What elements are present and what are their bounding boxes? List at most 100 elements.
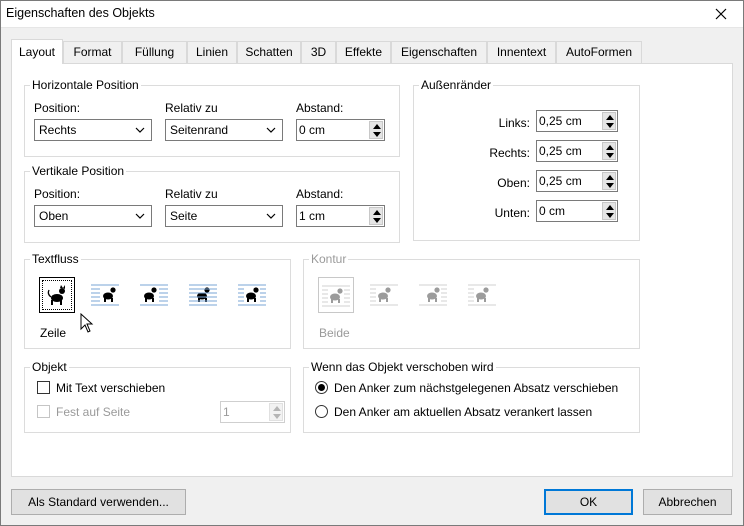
page-number-value: 1: [223, 405, 230, 419]
contour-none-button: [465, 277, 501, 313]
wrap-left-button[interactable]: [88, 277, 124, 313]
h-distance-spin[interactable]: 0 cm: [296, 119, 385, 141]
keep-anchor-label: Den Anker am aktuellen Absatz verankert …: [334, 405, 593, 419]
spin-buttons[interactable]: [602, 112, 616, 130]
tab-effekte[interactable]: Effekte: [336, 41, 391, 63]
v-position-label: Position:: [34, 187, 81, 201]
move-behavior-group: Wenn das Objekt verschoben wird Den Anke…: [303, 360, 640, 433]
wrap-left-icon: [91, 284, 119, 306]
h-distance-label: Abstand:: [296, 101, 344, 115]
tab-schatten[interactable]: Schatten: [237, 41, 301, 63]
spin-buttons: [269, 403, 283, 421]
title-bar: Eigenschaften des Objekts: [0, 0, 744, 28]
margin-left-label: Links:: [498, 116, 530, 130]
fixed-on-page-checkbox: [37, 405, 50, 418]
textflow-group: Textfluss Zeile: [24, 252, 291, 349]
margin-right-value: 0,25 cm: [539, 144, 582, 158]
margins-group: Außenränder Links: 0,25 cm Rechts: 0,25 …: [413, 78, 640, 241]
tab-innentext[interactable]: Innentext: [487, 41, 556, 63]
spin-buttons[interactable]: [602, 202, 616, 220]
v-position-value: Oben: [39, 209, 69, 223]
spin-buttons[interactable]: [369, 207, 383, 225]
page-number-spin: 1: [220, 401, 285, 423]
spin-buttons[interactable]: [369, 121, 383, 139]
contour-right-button: [416, 277, 452, 313]
margin-right-label: Rechts:: [489, 146, 530, 160]
h-relative-select[interactable]: Seitenrand: [165, 119, 283, 141]
move-behavior-legend: Wenn das Objekt verschoben wird: [309, 360, 496, 374]
margin-right-spin[interactable]: 0,25 cm: [536, 140, 618, 162]
contour-group: Kontur Beide: [303, 252, 640, 349]
textflow-legend: Textfluss: [30, 252, 81, 266]
close-icon: [715, 8, 727, 20]
ok-button[interactable]: OK: [544, 489, 633, 515]
fixed-on-page-label: Fest auf Seite: [56, 405, 131, 419]
margin-top-spin[interactable]: 0,25 cm: [536, 170, 618, 192]
h-relative-label: Relativ zu: [165, 101, 218, 115]
contour-right-icon: [419, 284, 447, 306]
v-position-select[interactable]: Oben: [34, 205, 152, 227]
contour-selected-label: Beide: [319, 326, 350, 340]
horizontal-position-legend: Horizontale Position: [30, 78, 141, 92]
h-position-select[interactable]: Rechts: [34, 119, 152, 141]
wrap-parallel-icon: [238, 284, 266, 306]
contour-left-icon: [370, 284, 398, 306]
move-with-text-checkbox[interactable]: [37, 381, 50, 394]
vertical-position-legend: Vertikale Position: [30, 164, 127, 178]
keep-anchor-radio[interactable]: [315, 405, 328, 418]
v-relative-select[interactable]: Seite: [165, 205, 283, 227]
tab-layout[interactable]: Layout: [11, 39, 63, 64]
textflow-selected-label: Zeile: [40, 326, 67, 340]
spin-buttons[interactable]: [602, 142, 616, 160]
contour-both-button: [318, 277, 354, 313]
window-title: Eigenschaften des Objekts: [6, 6, 155, 20]
set-default-button[interactable]: Als Standard verwenden...: [11, 489, 186, 515]
v-distance-value: 1 cm: [299, 209, 326, 223]
move-anchor-radio[interactable]: [315, 381, 328, 394]
tab-3d[interactable]: 3D: [301, 41, 336, 63]
horizontal-position-group: Horizontale Position Position: Rechts Re…: [24, 78, 400, 157]
v-relative-value: Seite: [170, 209, 198, 223]
move-anchor-label: Den Anker zum nächstgelegenen Absatz ver…: [334, 381, 619, 395]
mouse-cursor-icon: [80, 313, 94, 333]
h-relative-value: Seitenrand: [170, 123, 229, 137]
layout-panel: Horizontale Position Position: Rechts Re…: [11, 63, 733, 477]
chevron-down-icon: [266, 213, 276, 219]
chevron-down-icon: [135, 213, 145, 219]
cancel-button[interactable]: Abbrechen: [643, 489, 732, 515]
wrap-through-button[interactable]: [186, 277, 222, 313]
v-distance-label: Abstand:: [296, 187, 344, 201]
margin-bottom-label: Unten:: [494, 206, 530, 220]
object-legend: Objekt: [30, 360, 69, 374]
margin-bottom-spin[interactable]: 0 cm: [536, 200, 618, 222]
wrap-right-button[interactable]: [137, 277, 173, 313]
wrap-line-icon: [47, 285, 65, 305]
contour-none-icon: [468, 284, 496, 306]
margin-bottom-value: 0 cm: [539, 204, 566, 218]
h-position-label: Position:: [34, 101, 81, 115]
move-with-text-label: Mit Text verschieben: [56, 381, 166, 395]
wrap-through-icon: [189, 284, 217, 306]
wrap-right-icon: [140, 284, 168, 306]
chevron-down-icon: [135, 127, 145, 133]
v-relative-label: Relativ zu: [165, 187, 218, 201]
v-distance-spin[interactable]: 1 cm: [296, 205, 385, 227]
h-position-value: Rechts: [39, 123, 77, 137]
contour-both-icon: [322, 285, 350, 307]
margin-top-value: 0,25 cm: [539, 174, 582, 188]
spin-buttons[interactable]: [602, 172, 616, 190]
tab-linien[interactable]: Linien: [187, 41, 237, 63]
contour-legend: Kontur: [309, 252, 349, 266]
wrap-parallel-button[interactable]: [235, 277, 271, 313]
margin-left-spin[interactable]: 0,25 cm: [536, 110, 618, 132]
close-button[interactable]: [698, 0, 744, 28]
chevron-down-icon: [266, 127, 276, 133]
wrap-line-button[interactable]: [39, 277, 75, 313]
object-group: Objekt Mit Text verschieben Fest auf Sei…: [24, 360, 291, 433]
tab-eigenschaften[interactable]: Eigenschaften: [391, 41, 487, 63]
tab-format[interactable]: Format: [63, 41, 122, 63]
vertical-position-group: Vertikale Position Position: Oben Relati…: [24, 164, 400, 243]
tab-autoformen[interactable]: AutoFormen: [556, 41, 642, 63]
margin-left-value: 0,25 cm: [539, 114, 582, 128]
tab-fuellung[interactable]: Füllung: [122, 41, 187, 63]
